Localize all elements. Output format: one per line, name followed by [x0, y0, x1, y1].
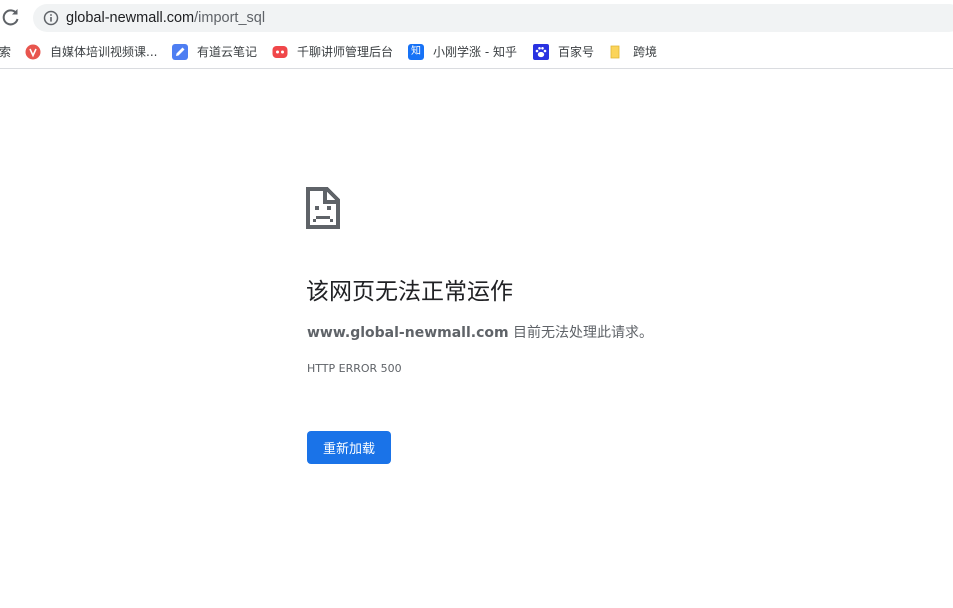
error-message: 目前无法处理此请求。: [508, 325, 654, 341]
baidu-paw-icon: [533, 44, 549, 60]
info-icon[interactable]: [43, 10, 59, 26]
reload-button[interactable]: 重新加载: [307, 431, 391, 464]
bookmark-label: 有道云笔记: [197, 45, 258, 59]
bookmark-item-qianliao[interactable]: 千聊讲师管理后台: [272, 36, 393, 68]
error-title: 该网页无法正常运作: [306, 279, 513, 305]
bookmark-label: 千聊讲师管理后台: [297, 45, 394, 59]
error-summary: www.global-newmall.com 目前无法处理此请求。: [307, 323, 653, 343]
bookmark-item-media-training[interactable]: 自媒体培训视频课...: [25, 36, 157, 68]
bookmark-label: 小刚学涨 - 知乎: [433, 45, 517, 59]
bookmark-label: 跨境: [633, 45, 658, 59]
address-bar[interactable]: global-newmall.com/import_sql: [33, 4, 953, 32]
bookmark-item-baijiahao[interactable]: 百家号: [533, 36, 594, 68]
qianliao-icon: [272, 46, 288, 58]
sad-page-icon: [306, 187, 340, 229]
youdao-note-icon: [172, 44, 188, 60]
error-code: HTTP ERROR 500: [307, 362, 402, 375]
bookmark-item-cross-border[interactable]: 跨境: [608, 36, 657, 68]
url-text[interactable]: global-newmall.com/import_sql: [66, 9, 265, 27]
bookmark-label: 百家号: [558, 45, 595, 59]
bookmark-item-zhihu[interactable]: 知 小刚学涨 - 知乎: [408, 36, 517, 68]
zhihu-icon: 知: [408, 44, 424, 60]
bookmark-label: 自媒体培训视频课...: [50, 45, 158, 59]
url-path: /import_sql: [194, 10, 266, 26]
bookmark-label: 索: [0, 45, 12, 59]
bookmark-item-youdao-note[interactable]: 有道云笔记: [172, 36, 257, 68]
bookmark-item-partial[interactable]: 索: [0, 36, 11, 68]
error-domain: www.global-newmall.com: [307, 325, 509, 341]
browser-toolbar: global-newmall.com/import_sql: [0, 0, 953, 36]
red-v-circle-icon: [25, 44, 41, 60]
reload-icon[interactable]: [0, 6, 22, 28]
bookmarks-bar: 索 自媒体培训视频课... 有道云笔记 千聊讲师管理后台 知 小刚学涨 - 知乎: [0, 36, 953, 69]
url-host: global-newmall.com: [66, 10, 195, 26]
folder-icon: [610, 45, 620, 59]
